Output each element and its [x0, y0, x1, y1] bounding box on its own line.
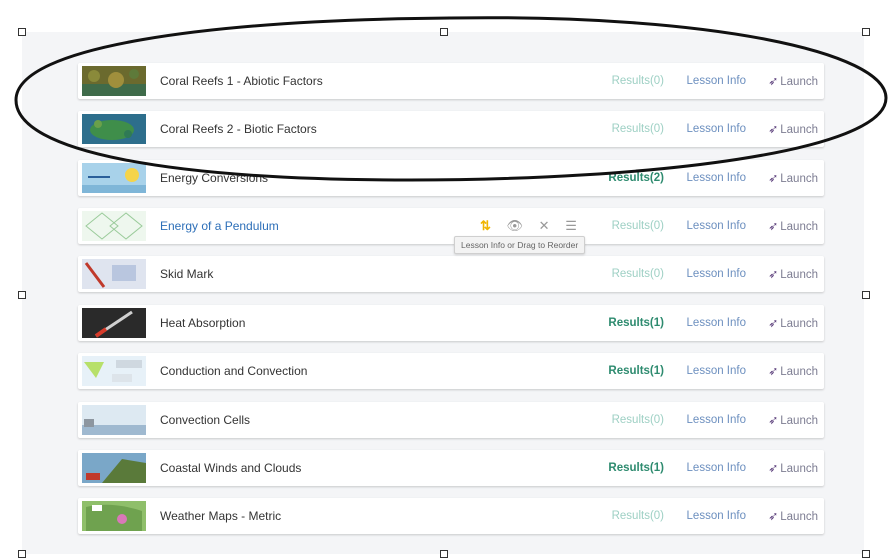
lesson-title[interactable]: Convection Cells — [160, 402, 250, 438]
close-icon[interactable]: ✕ — [539, 218, 550, 233]
lesson-row[interactable]: Energy of a Pendulum ⇅ 👁 ✕ ☰ Results(0) … — [78, 208, 824, 244]
lesson-row[interactable]: Coral Reefs 1 - Abiotic Factors Results(… — [78, 63, 824, 99]
results-link[interactable]: Results(0) — [612, 111, 664, 147]
lesson-info-link[interactable]: Lesson Info — [687, 498, 746, 534]
lesson-thumbnail — [82, 356, 146, 386]
lesson-row[interactable]: Coastal Winds and Clouds Results(1) Less… — [78, 450, 824, 486]
lesson-row[interactable]: Heat Absorption Results(1) Lesson Info ➶… — [78, 305, 824, 341]
launch-label: Launch — [780, 463, 818, 475]
lesson-title[interactable]: Coastal Winds and Clouds — [160, 450, 301, 486]
launch-button[interactable]: ➶ Launch — [768, 353, 818, 389]
drag-tooltip: Lesson Info or Drag to Reorder — [454, 236, 586, 254]
launch-label: Launch — [780, 366, 818, 378]
results-link[interactable]: Results(1) — [608, 450, 664, 486]
launch-label: Launch — [780, 124, 818, 136]
launch-button[interactable]: ➶ Launch — [768, 402, 818, 438]
lesson-info-link[interactable]: Lesson Info — [687, 63, 746, 99]
resize-handle-top-center[interactable] — [440, 28, 448, 36]
lesson-info-link[interactable]: Lesson Info — [687, 305, 746, 341]
results-link[interactable]: Results(0) — [612, 498, 664, 534]
lesson-thumbnail — [82, 501, 146, 531]
launch-button[interactable]: ➶ Launch — [768, 498, 818, 534]
lesson-title[interactable]: Conduction and Convection — [160, 353, 307, 389]
resize-handle-bottom-center[interactable] — [440, 550, 448, 558]
launch-label: Launch — [780, 269, 818, 281]
drag-handle-icon[interactable]: ☰ — [565, 218, 577, 233]
lesson-info-link[interactable]: Lesson Info — [687, 256, 746, 292]
launch-label: Launch — [780, 318, 818, 330]
lesson-thumbnail — [82, 308, 146, 338]
lesson-title[interactable]: Energy of a Pendulum — [160, 208, 279, 244]
lesson-info-link[interactable]: Lesson Info — [687, 111, 746, 147]
rocket-icon: ➶ — [768, 364, 779, 378]
lesson-row[interactable]: Weather Maps - Metric Results(0) Lesson … — [78, 498, 824, 534]
results-link[interactable]: Results(0) — [612, 63, 664, 99]
results-link[interactable]: Results(1) — [608, 305, 664, 341]
results-link[interactable]: Results(2) — [608, 160, 664, 196]
results-link[interactable]: Results(0) — [612, 402, 664, 438]
rocket-icon: ➶ — [768, 509, 779, 523]
lesson-title[interactable]: Heat Absorption — [160, 305, 245, 341]
rocket-icon: ➶ — [768, 122, 779, 136]
launch-button[interactable]: ➶ Launch — [768, 160, 818, 196]
launch-label: Launch — [780, 173, 818, 185]
launch-label: Launch — [780, 511, 818, 523]
lesson-info-link[interactable]: Lesson Info — [687, 450, 746, 486]
lesson-row[interactable]: Coral Reefs 2 - Biotic Factors Results(0… — [78, 111, 824, 147]
resize-handle-top-left[interactable] — [18, 28, 26, 36]
lesson-info-link[interactable]: Lesson Info — [687, 402, 746, 438]
lesson-info-link[interactable]: Lesson Info — [687, 208, 746, 244]
launch-button[interactable]: ➶ Launch — [768, 111, 818, 147]
lesson-row[interactable]: Energy Conversions Results(2) Lesson Inf… — [78, 160, 824, 196]
launch-button[interactable]: ➶ Launch — [768, 256, 818, 292]
lesson-thumbnail — [82, 211, 146, 241]
lesson-info-link[interactable]: Lesson Info — [687, 160, 746, 196]
results-link[interactable]: Results(1) — [608, 353, 664, 389]
lesson-title[interactable]: Coral Reefs 1 - Abiotic Factors — [160, 63, 323, 99]
results-link[interactable]: Results(0) — [612, 208, 664, 244]
lesson-row[interactable]: Convection Cells Results(0) Lesson Info … — [78, 402, 824, 438]
rocket-icon: ➶ — [768, 267, 779, 281]
resize-handle-bottom-right[interactable] — [862, 550, 870, 558]
launch-label: Launch — [780, 76, 818, 88]
rocket-icon: ➶ — [768, 171, 779, 185]
launch-label: Launch — [780, 415, 818, 427]
rocket-icon: ➶ — [768, 413, 779, 427]
rocket-icon: ➶ — [768, 461, 779, 475]
lesson-thumbnail — [82, 453, 146, 483]
launch-button[interactable]: ➶ Launch — [768, 63, 818, 99]
launch-button[interactable]: ➶ Launch — [768, 208, 818, 244]
resize-handle-top-right[interactable] — [862, 28, 870, 36]
eye-icon[interactable]: 👁 — [507, 218, 524, 233]
lesson-title[interactable]: Weather Maps - Metric — [160, 498, 281, 534]
launch-button[interactable]: ➶ Launch — [768, 450, 818, 486]
lesson-thumbnail — [82, 163, 146, 193]
lesson-thumbnail — [82, 66, 146, 96]
lesson-title[interactable]: Coral Reefs 2 - Biotic Factors — [160, 111, 317, 147]
lesson-row[interactable]: Skid Mark Results(0) Lesson Info ➶ Launch — [78, 256, 824, 292]
lesson-thumbnail — [82, 405, 146, 435]
rocket-icon: ➶ — [768, 74, 779, 88]
lesson-title[interactable]: Energy Conversions — [160, 160, 268, 196]
results-link[interactable]: Results(0) — [612, 256, 664, 292]
launch-button[interactable]: ➶ Launch — [768, 305, 818, 341]
resize-handle-bottom-left[interactable] — [18, 550, 26, 558]
sort-icon[interactable]: ⇅ — [480, 218, 491, 233]
lesson-thumbnail — [82, 114, 146, 144]
launch-label: Launch — [780, 221, 818, 233]
lesson-title[interactable]: Skid Mark — [160, 256, 213, 292]
rocket-icon: ➶ — [768, 316, 779, 330]
rocket-icon: ➶ — [768, 219, 779, 233]
lesson-thumbnail — [82, 259, 146, 289]
resize-handle-middle-left[interactable] — [18, 291, 26, 299]
lesson-info-link[interactable]: Lesson Info — [687, 353, 746, 389]
lesson-row[interactable]: Conduction and Convection Results(1) Les… — [78, 353, 824, 389]
resize-handle-middle-right[interactable] — [862, 291, 870, 299]
